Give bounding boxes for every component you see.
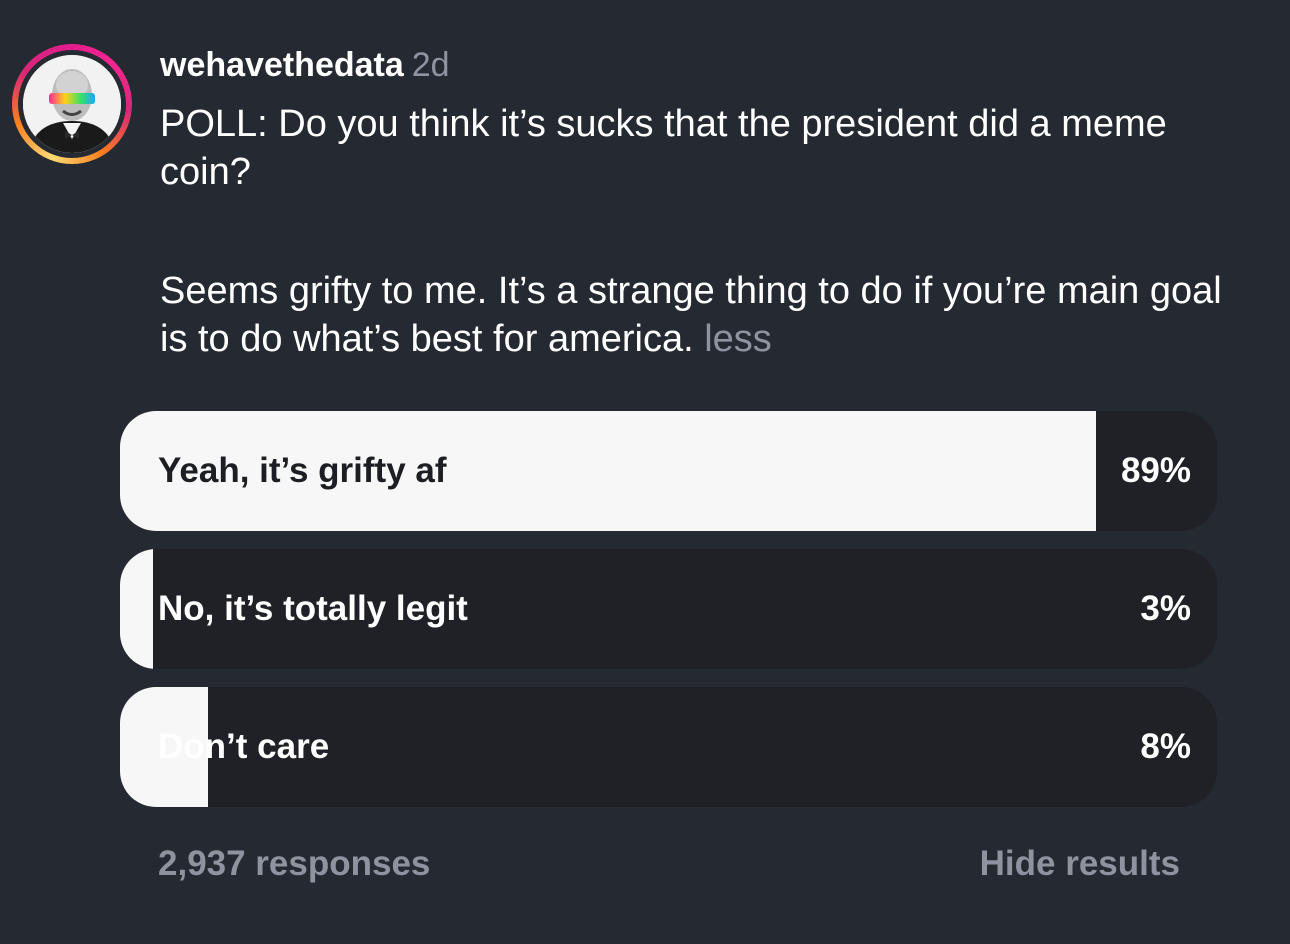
post-timestamp: 2d (411, 46, 450, 84)
poll-option-percent: 89% (1120, 451, 1191, 490)
response-count: 2,937 responses (158, 844, 431, 883)
hide-results-button[interactable]: Hide results (980, 840, 1180, 888)
poll-option[interactable]: Don’t care 8% (120, 687, 1217, 807)
poll: Yeah, it’s grifty af 89% No, it’s totall… (120, 411, 1217, 825)
poll-option-label: Yeah, it’s grifty af (158, 451, 447, 490)
post-body: POLL: Do you think it’s sucks that the p… (160, 100, 1240, 363)
poll-option[interactable]: No, it’s totally legit 3% (120, 549, 1217, 669)
poll-option-label: Don’t care (158, 727, 330, 766)
poll-option-percent: 3% (1140, 589, 1191, 628)
poll-option[interactable]: Yeah, it’s grifty af 89% (120, 411, 1217, 531)
post-title: POLL: Do you think it’s sucks that the p… (160, 103, 1167, 193)
poll-option-label: No, it’s totally legit (158, 589, 468, 628)
post-header: wehavethedata 2d (160, 42, 450, 88)
user-avatar-photo-icon (23, 55, 121, 153)
poll-option-fill (120, 549, 153, 669)
username-link[interactable]: wehavethedata (160, 46, 404, 84)
story-ring[interactable] (12, 44, 132, 164)
poll-option-percent: 8% (1140, 727, 1191, 766)
less-link[interactable]: less (704, 318, 772, 360)
post-description: Seems grifty to me. It’s a strange thing… (160, 267, 1240, 363)
avatar[interactable] (23, 55, 121, 153)
post-description-text: Seems grifty to me. It’s a strange thing… (160, 270, 1222, 360)
